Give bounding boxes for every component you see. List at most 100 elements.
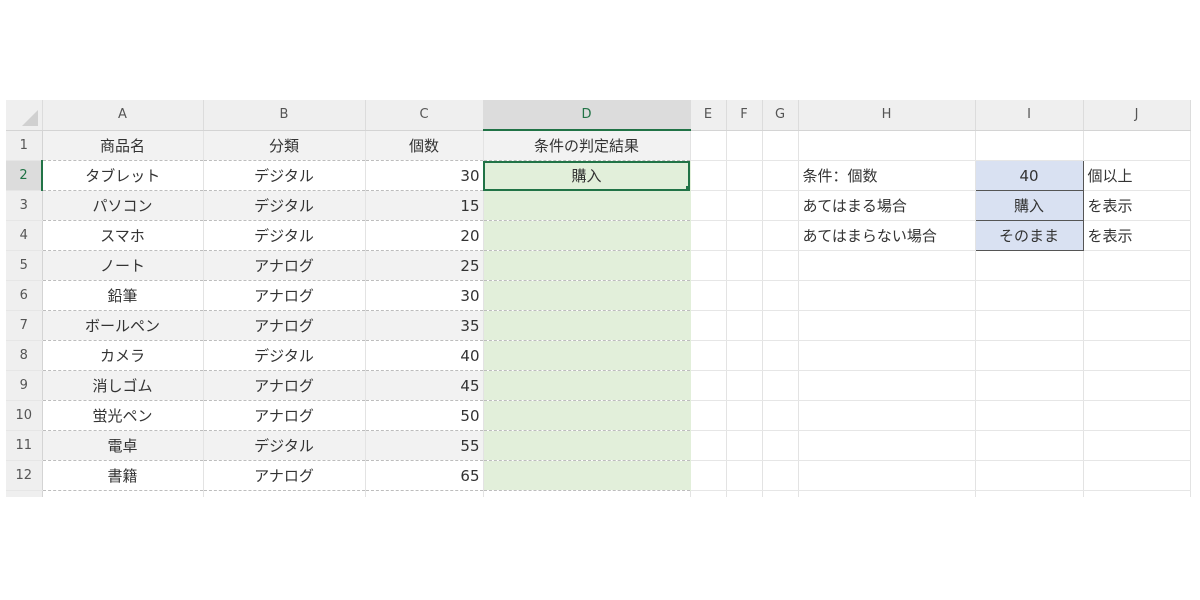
cell[interactable] xyxy=(1083,460,1191,491)
product-name-cell[interactable]: 電卓 xyxy=(42,430,204,461)
cell[interactable] xyxy=(975,130,1084,161)
cell[interactable] xyxy=(726,280,763,311)
cell[interactable] xyxy=(762,250,799,281)
cell[interactable] xyxy=(762,370,799,401)
count-cell[interactable]: 30 xyxy=(365,160,484,191)
condition-label-cell[interactable]: あてはまらない場合 xyxy=(798,220,976,251)
category-cell[interactable]: デジタル xyxy=(203,160,366,191)
result-cell[interactable]: 購入 xyxy=(483,160,691,191)
row-header[interactable]: 5 xyxy=(6,250,43,281)
category-cell[interactable]: デジタル xyxy=(203,340,366,371)
cell[interactable] xyxy=(726,340,763,371)
row-header[interactable]: 2 xyxy=(6,160,43,191)
product-name-cell[interactable]: ノート xyxy=(42,250,204,281)
cell[interactable] xyxy=(762,340,799,371)
cell[interactable] xyxy=(762,310,799,341)
count-cell[interactable]: 15 xyxy=(365,190,484,221)
cell[interactable] xyxy=(1083,130,1191,161)
cell[interactable] xyxy=(762,430,799,461)
header-cell-category[interactable]: 分類 xyxy=(203,130,366,161)
result-cell[interactable] xyxy=(483,430,691,461)
row-header[interactable]: 8 xyxy=(6,340,43,371)
row-header[interactable]: 6 xyxy=(6,280,43,311)
row-header[interactable]: 1 xyxy=(6,130,43,161)
cell[interactable] xyxy=(726,370,763,401)
product-name-cell[interactable]: ボールペン xyxy=(42,310,204,341)
column-header-a[interactable]: A xyxy=(42,100,204,131)
cell[interactable] xyxy=(975,250,1084,281)
column-header-b[interactable]: B xyxy=(203,100,366,131)
cell[interactable] xyxy=(762,130,799,161)
category-cell[interactable]: デジタル xyxy=(203,430,366,461)
result-cell[interactable] xyxy=(483,280,691,311)
result-cell[interactable] xyxy=(483,250,691,281)
cell[interactable] xyxy=(762,400,799,431)
cell[interactable] xyxy=(726,430,763,461)
condition-label-cell[interactable]: 条件：個数 xyxy=(798,160,976,191)
cell[interactable] xyxy=(726,310,763,341)
condition-value-cell[interactable]: 購入 xyxy=(974,190,1084,221)
cell[interactable] xyxy=(975,400,1084,431)
cell[interactable] xyxy=(798,430,976,461)
category-cell[interactable]: アナログ xyxy=(203,310,366,341)
condition-suffix-cell[interactable]: を表示 xyxy=(1083,190,1191,221)
product-name-cell[interactable]: スマホ xyxy=(42,220,204,251)
category-cell[interactable]: アナログ xyxy=(203,460,366,491)
product-name-cell[interactable]: 消しゴム xyxy=(42,370,204,401)
fill-handle[interactable] xyxy=(685,186,689,190)
cell[interactable] xyxy=(975,340,1084,371)
condition-value-cell[interactable]: 40 xyxy=(974,160,1084,191)
count-cell[interactable]: 50 xyxy=(365,400,484,431)
cell[interactable] xyxy=(1083,370,1191,401)
category-cell[interactable]: アナログ xyxy=(203,250,366,281)
cell[interactable] xyxy=(690,340,727,371)
cell[interactable] xyxy=(798,310,976,341)
category-cell[interactable]: デジタル xyxy=(203,190,366,221)
cell[interactable] xyxy=(726,400,763,431)
count-cell[interactable]: 55 xyxy=(365,430,484,461)
count-cell[interactable]: 65 xyxy=(365,460,484,491)
cell[interactable] xyxy=(726,190,763,221)
cell[interactable] xyxy=(1083,400,1191,431)
result-cell[interactable] xyxy=(483,310,691,341)
product-name-cell[interactable]: パソコン xyxy=(42,190,204,221)
cell[interactable] xyxy=(690,400,727,431)
cell[interactable] xyxy=(1083,280,1191,311)
product-name-cell[interactable]: 蛍光ペン xyxy=(42,400,204,431)
count-cell[interactable]: 25 xyxy=(365,250,484,281)
cell[interactable] xyxy=(690,160,727,191)
cell[interactable] xyxy=(726,130,763,161)
cell[interactable] xyxy=(690,130,727,161)
condition-suffix-cell[interactable]: 個以上 xyxy=(1083,160,1191,191)
cell[interactable] xyxy=(798,250,976,281)
count-cell[interactable]: 40 xyxy=(365,340,484,371)
cell[interactable] xyxy=(762,220,799,251)
cell[interactable] xyxy=(690,430,727,461)
count-cell[interactable]: 30 xyxy=(365,280,484,311)
product-name-cell[interactable]: カメラ xyxy=(42,340,204,371)
cell[interactable] xyxy=(690,460,727,491)
cell[interactable] xyxy=(762,460,799,491)
result-cell[interactable] xyxy=(483,340,691,371)
cell[interactable] xyxy=(726,220,763,251)
cell[interactable] xyxy=(690,220,727,251)
cell[interactable] xyxy=(1083,250,1191,281)
cell[interactable] xyxy=(690,250,727,281)
cell[interactable] xyxy=(975,430,1084,461)
header-cell-name[interactable]: 商品名 xyxy=(42,130,204,161)
cell[interactable] xyxy=(726,250,763,281)
cell[interactable] xyxy=(690,310,727,341)
category-cell[interactable]: アナログ xyxy=(203,280,366,311)
row-header[interactable]: 3 xyxy=(6,190,43,221)
cell[interactable] xyxy=(762,160,799,191)
column-header-g[interactable]: G xyxy=(762,100,799,131)
result-cell[interactable] xyxy=(483,220,691,251)
select-all-button[interactable] xyxy=(6,100,43,131)
category-cell[interactable]: アナログ xyxy=(203,370,366,401)
column-header-d[interactable]: D xyxy=(483,100,691,131)
cell[interactable] xyxy=(975,460,1084,491)
row-header[interactable]: 12 xyxy=(6,460,43,491)
result-cell[interactable] xyxy=(483,400,691,431)
cell[interactable] xyxy=(762,280,799,311)
condition-label-cell[interactable]: あてはまる場合 xyxy=(798,190,976,221)
